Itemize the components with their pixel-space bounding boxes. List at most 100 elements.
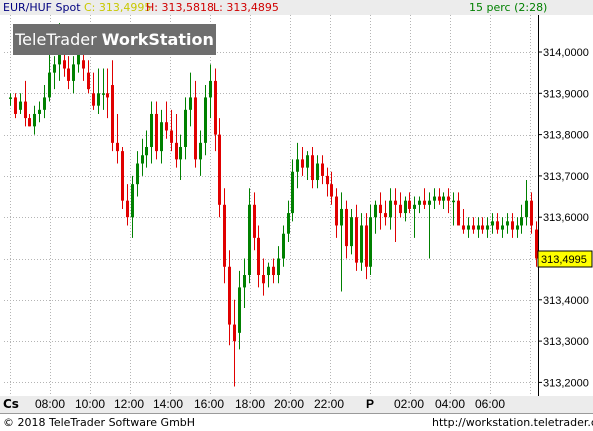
x-tick-label: 10:00 (74, 397, 106, 411)
candle (384, 200, 387, 226)
candle-body (384, 213, 387, 218)
x-tick-label: 06:00 (474, 397, 506, 411)
current-price-label: 313,4995 (541, 254, 587, 266)
candle-body (150, 113, 153, 147)
candle-body (72, 64, 75, 81)
candle (287, 200, 290, 242)
chart-header: EUR/HUF Spot C: 313,4995 H: 313,5818 L: … (0, 0, 593, 15)
candle-body (63, 60, 66, 69)
candle (136, 151, 139, 197)
candle-body (520, 217, 523, 226)
candle-body (340, 208, 343, 226)
candle-body (228, 266, 231, 325)
candle (355, 204, 358, 271)
candle (262, 258, 265, 296)
y-tick-label: 313,7000 (543, 171, 589, 183)
x-tick-label: 20:00 (273, 397, 305, 411)
candle-body (160, 122, 163, 152)
candle-body (243, 275, 246, 288)
candle (389, 188, 392, 230)
candle (491, 213, 494, 234)
candle-body (345, 208, 348, 247)
candle (253, 192, 256, 251)
candle-body (199, 142, 202, 160)
candle (516, 217, 519, 238)
x-tick-label: 08:00 (34, 397, 66, 411)
candle (506, 213, 509, 234)
candle-body (369, 217, 372, 267)
footer: © 2018 TeleTrader Software GmbH http://w… (0, 413, 593, 431)
candle-body (423, 200, 426, 205)
teletrader-watermark: TeleTrader WorkStation (13, 24, 216, 55)
candle (277, 246, 280, 284)
candle-body (301, 159, 304, 168)
candle (179, 134, 182, 181)
y-tick-label: 313,8000 (543, 130, 589, 142)
corner-label: Cs (3, 397, 19, 411)
candle-body (311, 155, 314, 181)
candle-body (194, 97, 197, 160)
candle (116, 113, 119, 164)
high-label: H: 313,5818 (146, 1, 214, 14)
x-tick-label: 14:00 (152, 397, 184, 411)
candle (291, 159, 294, 222)
candle (155, 101, 158, 160)
candle (433, 188, 436, 209)
candle-body (116, 142, 119, 152)
candle (374, 200, 377, 234)
x-tick-label: 18:00 (234, 397, 266, 411)
candle (111, 60, 114, 152)
candle (165, 101, 168, 139)
candle (525, 180, 528, 226)
candle-body (413, 204, 416, 209)
candle (457, 192, 460, 226)
candle (121, 146, 124, 209)
candle-body (38, 109, 41, 114)
candle (423, 188, 426, 209)
x-tick-label: 02:00 (393, 397, 425, 411)
x-tick-label: 22:00 (313, 397, 345, 411)
candle-body (511, 221, 514, 230)
y-tick-label: 313,3000 (543, 336, 589, 348)
candle (486, 217, 489, 238)
candle (67, 56, 70, 90)
candle-body (472, 225, 475, 230)
candle-body (321, 163, 324, 176)
candle (477, 217, 480, 238)
candles (9, 23, 538, 387)
candle-body (330, 184, 333, 197)
candle-body (277, 258, 280, 276)
interval-label[interactable]: 15 perc (2:28) (469, 0, 547, 15)
candle-body (238, 287, 241, 333)
x-tick-label: 16:00 (193, 397, 225, 411)
candle-body (433, 196, 436, 201)
candle (326, 167, 329, 197)
candle-body (126, 200, 129, 218)
candle (102, 68, 105, 110)
candle (184, 97, 187, 160)
candle-body (491, 221, 494, 226)
candle-body (136, 163, 139, 185)
candle (311, 146, 314, 189)
candle-body (82, 60, 85, 69)
price-chart[interactable]: 314,0000 313,9000 313,8000 313,7000 313,6000… (0, 0, 593, 431)
candle-body (452, 200, 455, 203)
candle-body (102, 93, 105, 95)
candle (72, 56, 75, 94)
candle (321, 155, 324, 185)
candle (438, 188, 441, 205)
candle-body (506, 221, 509, 226)
candle-body (306, 155, 309, 168)
y-tick-label: 313,9000 (543, 88, 589, 100)
candle-body (291, 171, 294, 214)
candle-body (248, 204, 251, 276)
candle-body (287, 213, 290, 234)
candle (228, 250, 231, 346)
candle-body (282, 233, 285, 259)
candle-body (223, 204, 226, 267)
candle-body (326, 175, 329, 185)
footer-url-link[interactable]: http://workstation.teletrader.com/ (432, 414, 593, 431)
price-axis: 314,0000 313,9000 313,8000 313,7000 313,6000… (538, 47, 589, 389)
candle-body (9, 97, 12, 99)
candle (462, 208, 465, 234)
